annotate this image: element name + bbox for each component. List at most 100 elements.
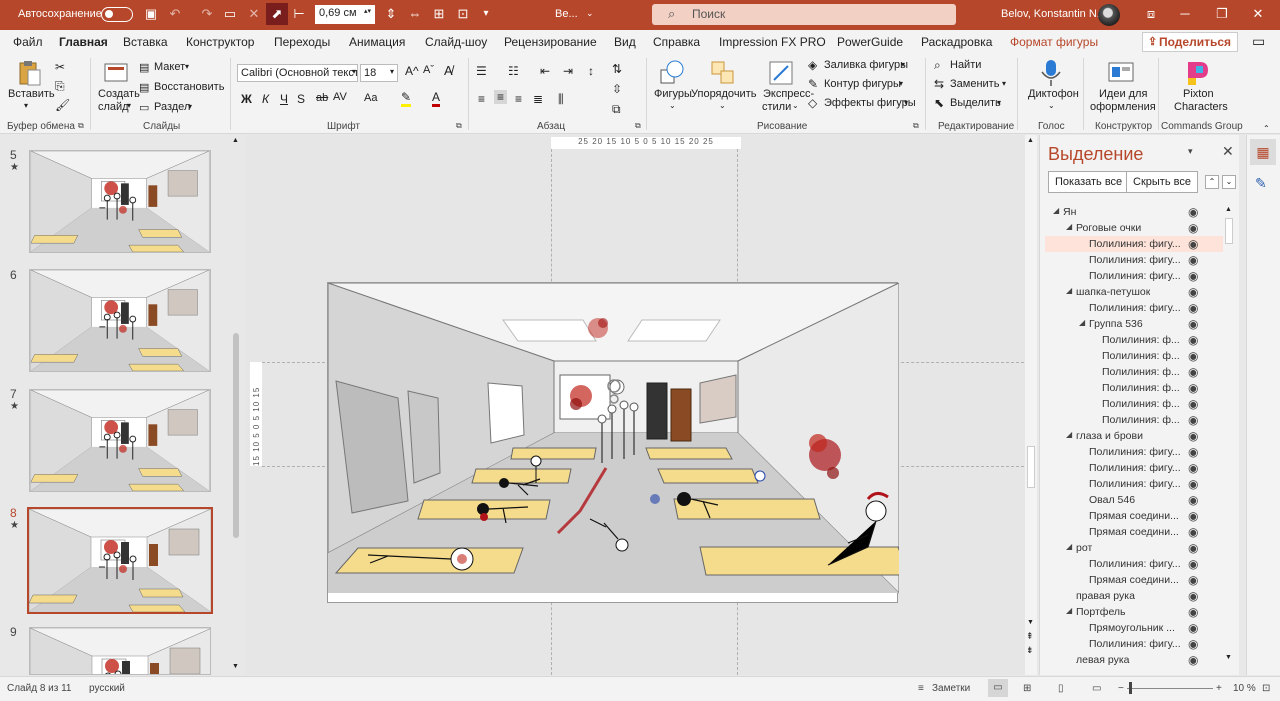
scrollbar-thumb[interactable]	[1027, 446, 1035, 488]
reading-view-icon[interactable]: ▯	[1058, 683, 1064, 694]
fit-slide-icon[interactable]: ⊡	[1262, 683, 1270, 694]
find-button[interactable]: Найти	[950, 59, 981, 71]
shape-fill-dropdown-icon[interactable]: ▾	[901, 60, 905, 69]
scrollbar-thumb[interactable]	[1225, 218, 1233, 244]
selection-tree-item[interactable]: Полилиния: фигу... ◉	[1045, 476, 1225, 492]
visibility-eye-icon[interactable]: ◉	[1188, 429, 1198, 443]
font-size-dropdown-icon[interactable]: ▾	[390, 67, 394, 76]
align-center-icon[interactable]: ≡	[494, 90, 508, 104]
user-name[interactable]: Belov, Konstantin N.	[1001, 8, 1100, 20]
font-launcher-icon[interactable]: ⧉	[456, 121, 462, 131]
section-button[interactable]: Раздел	[154, 101, 190, 113]
align-right-icon[interactable]: ≡	[515, 92, 522, 106]
pixton-logo-icon[interactable]	[1182, 58, 1212, 88]
thumbnails-scrollbar[interactable]: ▲ ▼	[230, 135, 242, 675]
previous-slide-icon[interactable]: ⇞	[1026, 631, 1034, 642]
selection-tree-item[interactable]: Полилиния: фигу... ◉	[1045, 268, 1225, 284]
quick-styles-icon[interactable]	[766, 58, 796, 88]
expand-arrow-icon[interactable]: ◢	[1066, 222, 1072, 231]
expand-arrow-icon[interactable]: ◢	[1066, 542, 1072, 551]
selection-tree-item[interactable]: ◢ шапка-петушок ◉	[1045, 284, 1225, 300]
replace-dropdown-icon[interactable]: ▾	[1002, 79, 1006, 88]
clipboard-launcher-icon[interactable]: ⧉	[78, 121, 84, 131]
ungroup-icon[interactable]: ⊞	[431, 6, 447, 22]
slideshow-icon[interactable]: ▭	[1092, 683, 1101, 694]
selection-tree-item[interactable]: Полилиния: ф... ◉	[1045, 332, 1225, 348]
visibility-eye-icon[interactable]: ◉	[1188, 397, 1198, 411]
visibility-eye-icon[interactable]: ◉	[1188, 381, 1198, 395]
reset-button[interactable]: Восстановить	[154, 81, 224, 93]
grow-font-icon[interactable]: A^	[405, 64, 419, 78]
align-text-icon[interactable]: ⇳	[612, 82, 622, 96]
notes-icon[interactable]: ≡	[918, 683, 924, 694]
selection-tree-item[interactable]: Полилиния: фигу... ◉	[1045, 556, 1225, 572]
quick-styles-label-2[interactable]: стили	[762, 101, 791, 113]
shape-outline-dropdown-icon[interactable]: ▾	[899, 79, 903, 88]
tab-design[interactable]: Конструктор	[186, 35, 254, 49]
visibility-eye-icon[interactable]: ◉	[1188, 221, 1198, 235]
change-case-icon[interactable]: Aa	[364, 92, 377, 104]
selection-tree-item[interactable]: левая рука ◉	[1045, 652, 1225, 668]
section-icon[interactable]: ▭	[139, 101, 149, 114]
format-shape-icon[interactable]: ✎	[1255, 175, 1267, 192]
expand-arrow-icon[interactable]: ◢	[1066, 606, 1072, 615]
tab-transitions[interactable]: Переходы	[274, 35, 330, 49]
search-box[interactable]: ⌕ Поиск	[652, 4, 956, 25]
selection-tree-item[interactable]: Прямая соедини... ◉	[1045, 572, 1225, 588]
next-slide-icon[interactable]: ⇟	[1026, 645, 1034, 656]
spinner-icon[interactable]: ▴▾	[364, 7, 371, 15]
selection-tree-item[interactable]: Полилиния: ф... ◉	[1045, 364, 1225, 380]
selection-tree-item[interactable]: Полилиния: фигу... ◉	[1045, 252, 1225, 268]
section-dropdown-icon[interactable]: ▾	[188, 102, 192, 111]
designer-icon[interactable]	[1106, 58, 1136, 88]
selection-tree-item[interactable]: Полилиния: ф... ◉	[1045, 348, 1225, 364]
visibility-eye-icon[interactable]: ◉	[1188, 365, 1198, 379]
selection-tree-item[interactable]: Прямая соедини... ◉	[1045, 508, 1225, 524]
select-button[interactable]: Выделить	[950, 97, 1001, 109]
reset-icon[interactable]: ▤	[139, 81, 149, 94]
tab-file[interactable]: Файл	[13, 35, 43, 49]
tab-insert[interactable]: Вставка	[123, 35, 168, 49]
autosave-toggle[interactable]	[101, 7, 133, 22]
minimize-icon[interactable]: ─	[1177, 6, 1193, 22]
hide-all-button[interactable]: Скрыть все	[1126, 171, 1198, 193]
quick-styles-dropdown-icon[interactable]: ⌄	[792, 101, 799, 110]
expand-arrow-icon[interactable]: ◢	[1066, 286, 1072, 295]
shapes-button[interactable]: Фигуры	[654, 88, 692, 100]
tab-review[interactable]: Рецензирование	[504, 35, 597, 49]
selection-tree-item[interactable]: ◢ Ян ◉	[1045, 204, 1225, 220]
shapes-icon[interactable]	[657, 58, 687, 88]
zoom-out-icon[interactable]: −	[1118, 683, 1124, 694]
new-slide-dropdown-icon[interactable]: ▾	[127, 101, 131, 110]
expand-arrow-icon[interactable]: ◢	[1053, 206, 1059, 215]
pen-outline-icon[interactable]: ✎	[808, 77, 818, 91]
scroll-up-icon[interactable]: ▲	[1225, 206, 1232, 213]
selection-tree-item[interactable]: Полилиния: фигу... ◉	[1045, 636, 1225, 652]
shadow-icon[interactable]: S	[297, 92, 305, 106]
slide-thumbnail-8[interactable]	[27, 507, 213, 614]
visibility-eye-icon[interactable]: ◉	[1188, 477, 1198, 491]
drawing-launcher-icon[interactable]: ⧉	[913, 121, 919, 131]
new-slide-label-2[interactable]: слайд	[98, 101, 129, 113]
tab-storyboard[interactable]: Раскадровка	[921, 35, 992, 49]
scroll-up-icon[interactable]: ▲	[1027, 137, 1034, 144]
selection-tree-item[interactable]: ◢ глаза и брови ◉	[1045, 428, 1225, 444]
paragraph-launcher-icon[interactable]: ⧉	[635, 121, 641, 131]
dictate-dropdown-icon[interactable]: ⌄	[1048, 101, 1055, 110]
effects-icon[interactable]: ◇	[808, 96, 817, 110]
close-icon[interactable]: ✕	[1250, 6, 1266, 22]
scroll-up-icon[interactable]: ▲	[232, 137, 239, 144]
format-brush-icon[interactable]: 🖌	[55, 98, 70, 112]
chevron-down-icon[interactable]: ⌄	[586, 8, 594, 19]
slide-thumbnail-9[interactable]	[29, 627, 211, 675]
distribute-horizontal-icon[interactable]: ⇔	[407, 6, 423, 22]
find-icon[interactable]: ⌕	[934, 58, 941, 73]
expand-arrow-icon[interactable]: ◢	[1079, 318, 1085, 327]
ribbon-display-icon[interactable]: ⧈	[1143, 6, 1159, 22]
new-slide-icon[interactable]	[101, 58, 131, 88]
italic-icon[interactable]: К	[262, 92, 269, 106]
font-name-field[interactable]: Calibri (Основной текст)	[237, 64, 358, 82]
visibility-eye-icon[interactable]: ◉	[1188, 445, 1198, 459]
underline-icon[interactable]: Ч	[280, 92, 288, 106]
tab-help[interactable]: Справка	[653, 35, 700, 49]
